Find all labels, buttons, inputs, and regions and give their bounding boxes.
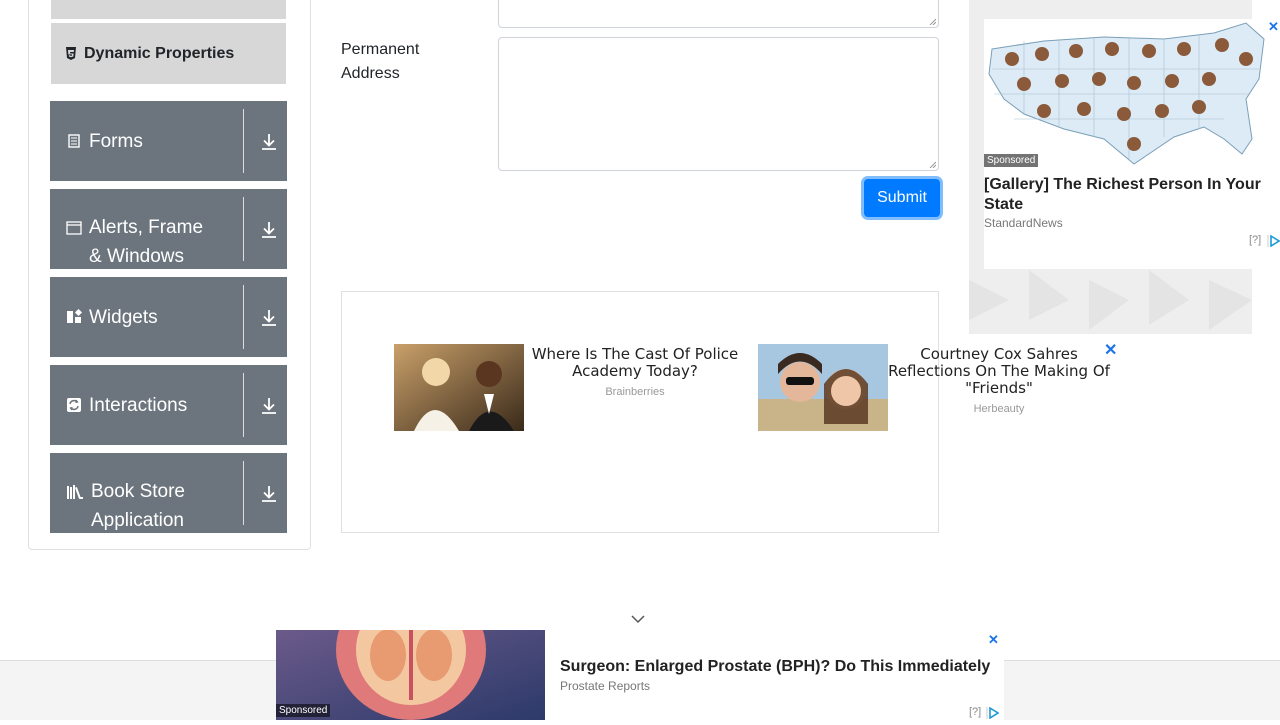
ad-source: Herbeauty	[973, 403, 1025, 415]
sidebar-group-forms[interactable]: Forms	[50, 101, 287, 181]
sidebar-item-previous[interactable]	[51, 0, 286, 19]
ad-title[interactable]: [Gallery] The Richest Person In Your Sta…	[984, 175, 1274, 215]
sponsored-badge: Sponsored	[984, 154, 1039, 167]
right-ad-card[interactable]: Sponsored [Gallery] The Richest Person I…	[984, 19, 1280, 269]
close-icon[interactable]: ✕	[1268, 19, 1279, 35]
ad-card-text[interactable]: Courtney Cox Sahres Reflections On The M…	[888, 346, 1110, 416]
bottom-ad[interactable]: Sponsored Surgeon: Enlarged Prostate (BP…	[276, 580, 1004, 720]
ad-source: Prostate Reports	[560, 679, 651, 693]
ad-image	[758, 344, 888, 431]
permanent-address-textarea[interactable]	[498, 37, 939, 171]
ad-title[interactable]: Where Is The Cast Of Police Academy Toda…	[523, 346, 747, 380]
ad-card-police-academy[interactable]	[394, 344, 524, 436]
divider	[243, 285, 244, 349]
sidebar-group-label: Forms	[89, 130, 143, 152]
resize-grip-icon[interactable]	[928, 17, 936, 25]
divider	[243, 461, 244, 525]
download-icon[interactable]	[259, 483, 279, 505]
sponsored-badge: Sponsored	[276, 704, 331, 717]
widgets-icon	[67, 309, 82, 323]
sidebar-group-label: Widgets	[89, 306, 158, 328]
ad-source: StandardNews	[984, 216, 1063, 230]
books-icon	[67, 485, 83, 499]
current-address-textarea[interactable]	[498, 0, 939, 28]
download-icon[interactable]	[259, 131, 279, 153]
divider	[243, 373, 244, 437]
ad-title[interactable]: Courtney Cox Sahres Reflections On The M…	[888, 346, 1110, 397]
close-icon[interactable]: ✕	[988, 632, 999, 648]
us-map-image	[984, 19, 1280, 169]
submit-button[interactable]: Submit	[864, 179, 940, 217]
adchoices-icon[interactable]	[1267, 235, 1280, 247]
sidebar-group-book-store[interactable]: Book Store Application	[50, 453, 287, 533]
ad-card-courtney-cox[interactable]	[758, 344, 888, 436]
ad-image	[394, 344, 524, 431]
ad-card-text[interactable]: Where Is The Cast Of Police Academy Toda…	[523, 346, 747, 399]
sidebar-group-interactions[interactable]: Interactions	[50, 365, 287, 445]
sidebar-group-label: Interactions	[89, 394, 188, 416]
adchoices-icon[interactable]	[986, 707, 999, 719]
ad-help-link[interactable]: [?]	[1249, 234, 1261, 246]
sidebar-group-label: Book Store Application	[91, 481, 185, 531]
form-icon	[68, 134, 80, 148]
download-icon[interactable]	[259, 307, 279, 329]
sidebar-item-label: Dynamic Properties	[84, 44, 235, 62]
ad-help-link[interactable]: [?]	[969, 706, 981, 718]
sidebar-group-label: Alerts, Frame & Windows	[89, 217, 204, 267]
permanent-address-label: Permanent Address	[341, 41, 420, 82]
resize-grip-icon[interactable]	[928, 160, 936, 168]
sidebar-group-widgets[interactable]: Widgets	[50, 277, 287, 357]
download-icon[interactable]	[259, 395, 279, 417]
sidebar-item-dynamic-properties[interactable]: Dynamic Properties	[51, 23, 286, 84]
sidebar-group-alerts[interactable]: Alerts, Frame & Windows	[50, 189, 287, 269]
interactions-icon	[67, 398, 81, 412]
ad-source: Brainberries	[605, 386, 665, 398]
html5-icon	[66, 47, 76, 60]
divider	[243, 109, 244, 173]
close-icon[interactable]: ✕	[1104, 343, 1117, 359]
divider	[243, 197, 244, 261]
download-icon[interactable]	[259, 219, 279, 241]
chevron-down-icon[interactable]	[630, 612, 646, 626]
window-icon	[66, 221, 82, 235]
ad-title[interactable]: Surgeon: Enlarged Prostate (BPH)? Do Thi…	[560, 658, 990, 676]
